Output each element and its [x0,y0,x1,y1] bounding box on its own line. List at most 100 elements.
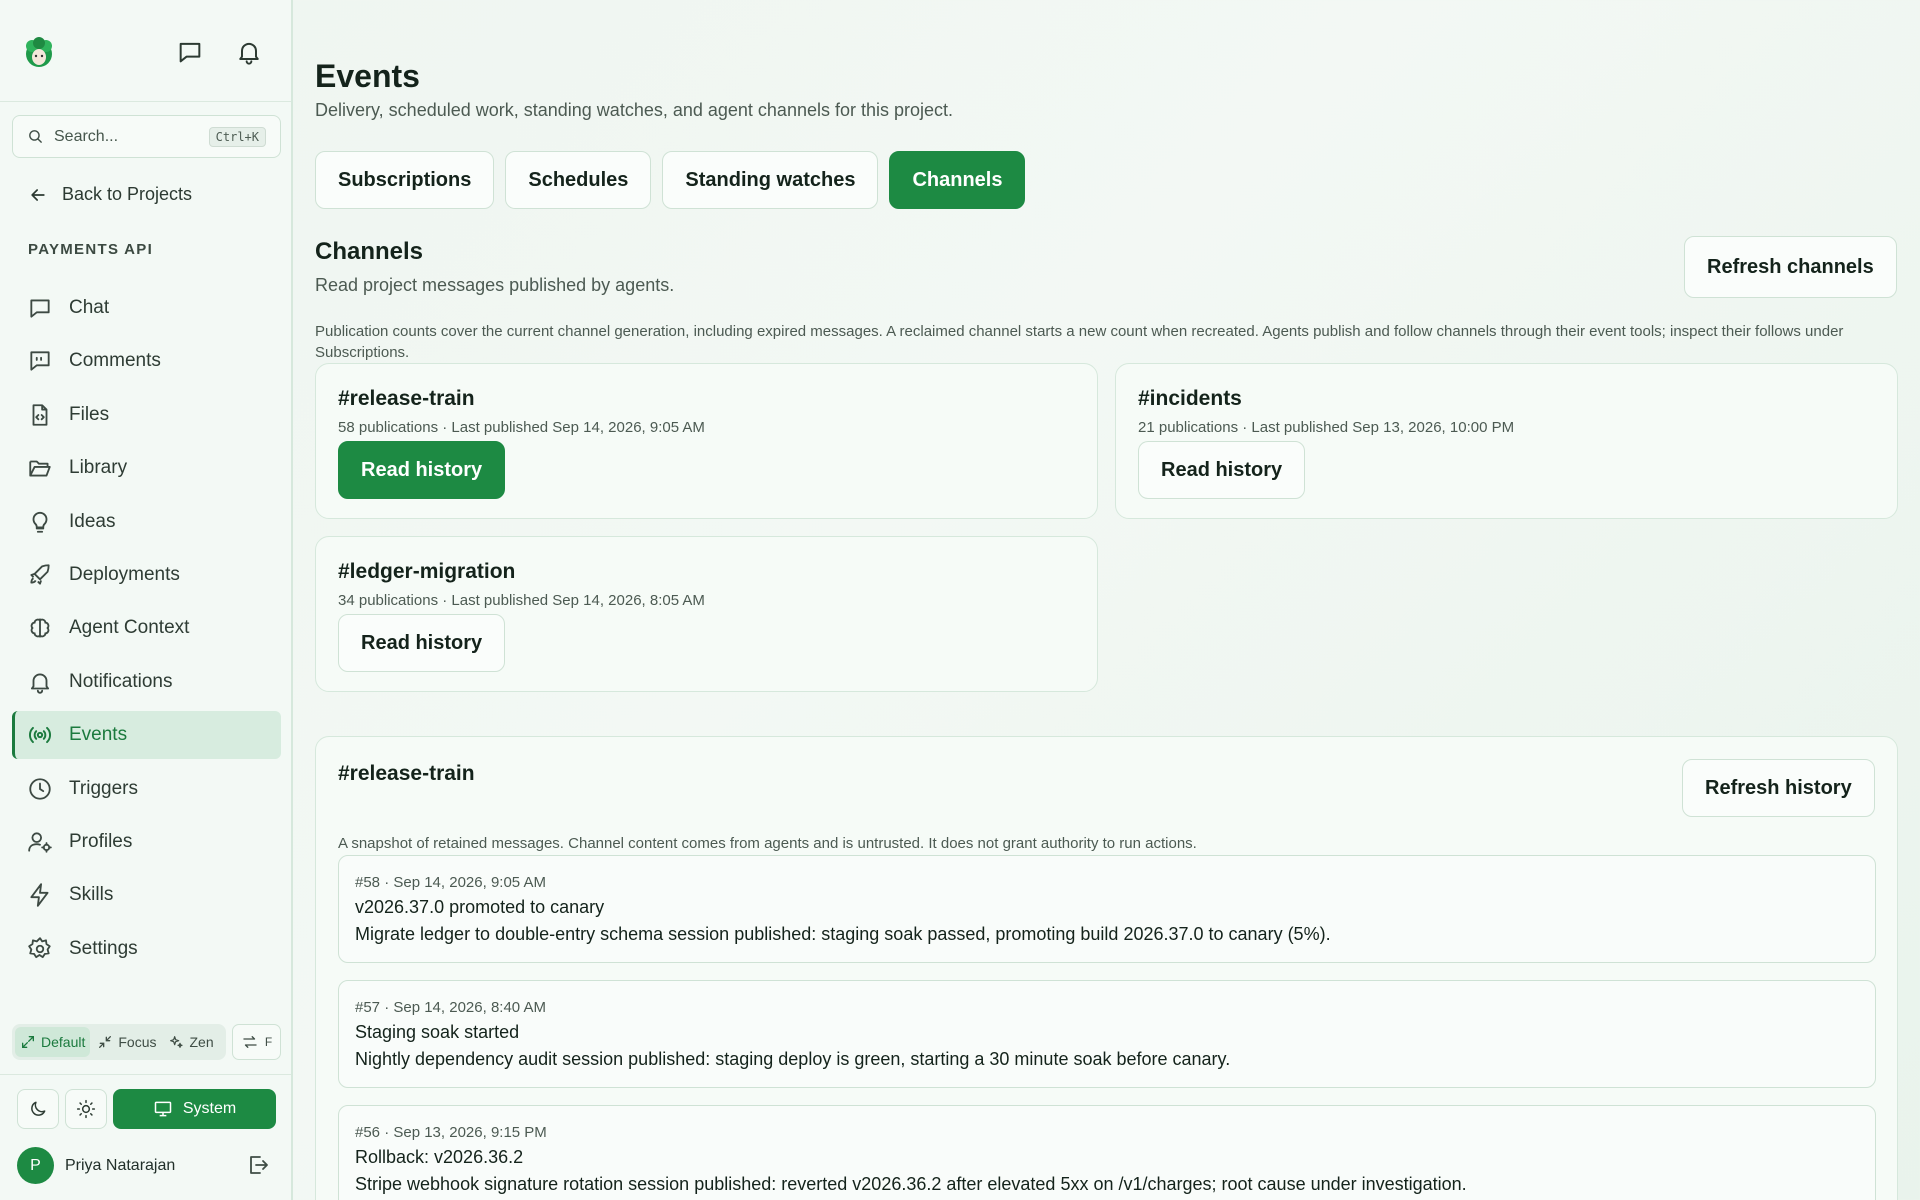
message-body: Migrate ledger to double-entry schema se… [355,924,1331,944]
sidebar-item-ideas[interactable]: Ideas [12,498,281,546]
message-meta: #57 · Sep 14, 2026, 8:40 AM [355,999,546,1016]
monitor-icon [154,1101,172,1117]
rocket-icon [30,564,50,585]
sidebar-item-label: Ideas [69,510,116,532]
bell-icon[interactable] [235,38,263,66]
sidebar-item-label: Skills [69,884,114,906]
file-code-icon [32,404,48,426]
user-cog-icon [28,832,52,853]
history-message: #58 · Sep 14, 2026, 9:05 AM v2026.37.0 p… [338,855,1876,963]
sun-icon [76,1099,96,1119]
tab-standing-watches[interactable]: Standing watches [662,151,879,209]
channel-card: #ledger-migration 34 publications · Last… [315,536,1098,692]
clock-icon [29,777,51,800]
message-meta: #58 · Sep 14, 2026, 9:05 AM [355,874,546,891]
channels-note: Publication counts cover the current cha… [315,323,1844,361]
read-history-button[interactable]: Read history [1138,441,1306,499]
sidebar-item-chat[interactable]: Chat [12,284,281,332]
sidebar-item-notifications[interactable]: Notifications [12,658,281,706]
project-name: PAYMENTS API [28,241,154,258]
channels-section-title: Channels [315,238,424,265]
read-history-button[interactable]: Read history [338,441,506,499]
sidebar-item-label: Settings [69,937,138,959]
sidebar-item-files[interactable]: Files [12,391,281,439]
system-theme-label: System [182,1100,237,1117]
mode-focus-button[interactable]: Focus [92,1027,161,1057]
tab-schedules[interactable]: Schedules [505,151,652,209]
sidebar-item-settings[interactable]: Settings [12,925,281,973]
back-to-projects-link[interactable]: Back to Projects [28,184,192,205]
sidebar-item-profiles[interactable]: Profiles [12,818,281,866]
sidebar-item-label: Comments [69,350,161,372]
message-body: Nightly dependency audit session publish… [355,1049,1231,1069]
user-profile[interactable]: P Priya Natarajan [17,1147,175,1184]
arrow-left-icon [31,188,45,201]
page-subtitle: Delivery, scheduled work, standing watch… [315,100,954,120]
channel-meta: 21 publications · Last published Sep 13,… [1138,419,1515,436]
moon-icon [31,1101,46,1116]
mode-default-button[interactable]: Default [15,1027,91,1057]
sidebar-item-label: Triggers [69,777,138,799]
lightbulb-icon [32,511,48,533]
sidebar-item-label: Chat [69,297,110,318]
mode-zen-button[interactable]: Zen [163,1027,218,1057]
light-theme-button[interactable] [65,1089,107,1129]
sidebar-item-agent-context[interactable]: Agent Context [12,604,281,652]
sidebar-item-label: Agent Context [69,617,190,639]
sidebar: Search... Ctrl+K Back to Projects PAYMEN… [0,0,293,1200]
logout-icon[interactable] [246,1153,270,1177]
swap-sidebar-button[interactable]: F [232,1024,281,1060]
search-icon [29,130,42,143]
sidebar-item-label: Notifications [69,670,173,692]
sidebar-item-comments[interactable]: Comments [12,337,281,385]
bell-icon [30,673,50,694]
expand-icon [22,1036,34,1048]
message-body: Stripe webhook signature rotation sessio… [355,1174,1467,1194]
message-title: Staging soak started [355,1022,520,1042]
refresh-channels-button[interactable]: Refresh channels [1684,236,1897,298]
chat-icon [30,299,50,318]
sidebar-item-deployments[interactable]: Deployments [12,551,281,599]
sidebar-item-triggers[interactable]: Triggers [12,765,281,813]
mode-label: Zen [189,1034,214,1050]
channel-meta: 34 publications · Last published Sep 14,… [338,592,705,609]
message-title: v2026.37.0 promoted to canary [355,897,605,917]
search-shortcut: Ctrl+K [208,126,266,147]
page-title: Events [315,58,420,94]
events-tabs: Subscriptions Schedules Standing watches… [315,151,1026,209]
sidebar-item-label: Deployments [69,563,180,585]
read-history-button[interactable]: Read history [338,614,506,672]
sidebar-item-label: Events [69,724,128,746]
sidebar-item-events[interactable]: Events [12,711,281,760]
channels-section-subtitle: Read project messages published by agent… [315,275,675,295]
channel-history-panel: #release-train Refresh history A snapsho… [315,736,1898,1200]
channel-card: #incidents 21 publications · Last publis… [1115,363,1898,519]
channel-card: #release-train 58 publications · Last pu… [315,363,1098,519]
messages-icon[interactable] [176,38,204,66]
swap-icon [243,1036,257,1048]
tab-channels[interactable]: Channels [889,151,1026,209]
logo-icon [26,37,52,67]
lightning-icon [30,883,49,908]
gear-icon [28,936,51,958]
sidebar-footer: System P Priya Natarajan [0,1074,291,1200]
sidebar-item-label: Library [69,457,128,479]
refresh-history-button[interactable]: Refresh history [1682,759,1875,817]
tab-subscriptions[interactable]: Subscriptions [315,151,495,209]
folder-open-icon [29,460,51,477]
system-theme-button[interactable]: System [113,1089,276,1129]
sidebar-item-library[interactable]: Library [12,444,281,492]
swap-shortcut: F [264,1035,273,1049]
mode-label: Focus [118,1034,157,1050]
dark-theme-button[interactable] [17,1089,59,1129]
sidebar-item-skills[interactable]: Skills [12,871,281,919]
sparkles-icon [170,1036,184,1048]
message-meta: #56 · Sep 13, 2026, 9:15 PM [355,1124,547,1141]
mode-label: Default [41,1034,86,1050]
comments-icon [30,351,50,371]
history-message: #56 · Sep 13, 2026, 9:15 PM Rollback: v2… [338,1105,1876,1200]
search-placeholder: Search... [54,127,119,145]
channel-name: #ledger-migration [338,560,516,583]
search-input[interactable]: Search... Ctrl+K [12,115,281,158]
message-title: Rollback: v2026.36.2 [355,1147,524,1167]
